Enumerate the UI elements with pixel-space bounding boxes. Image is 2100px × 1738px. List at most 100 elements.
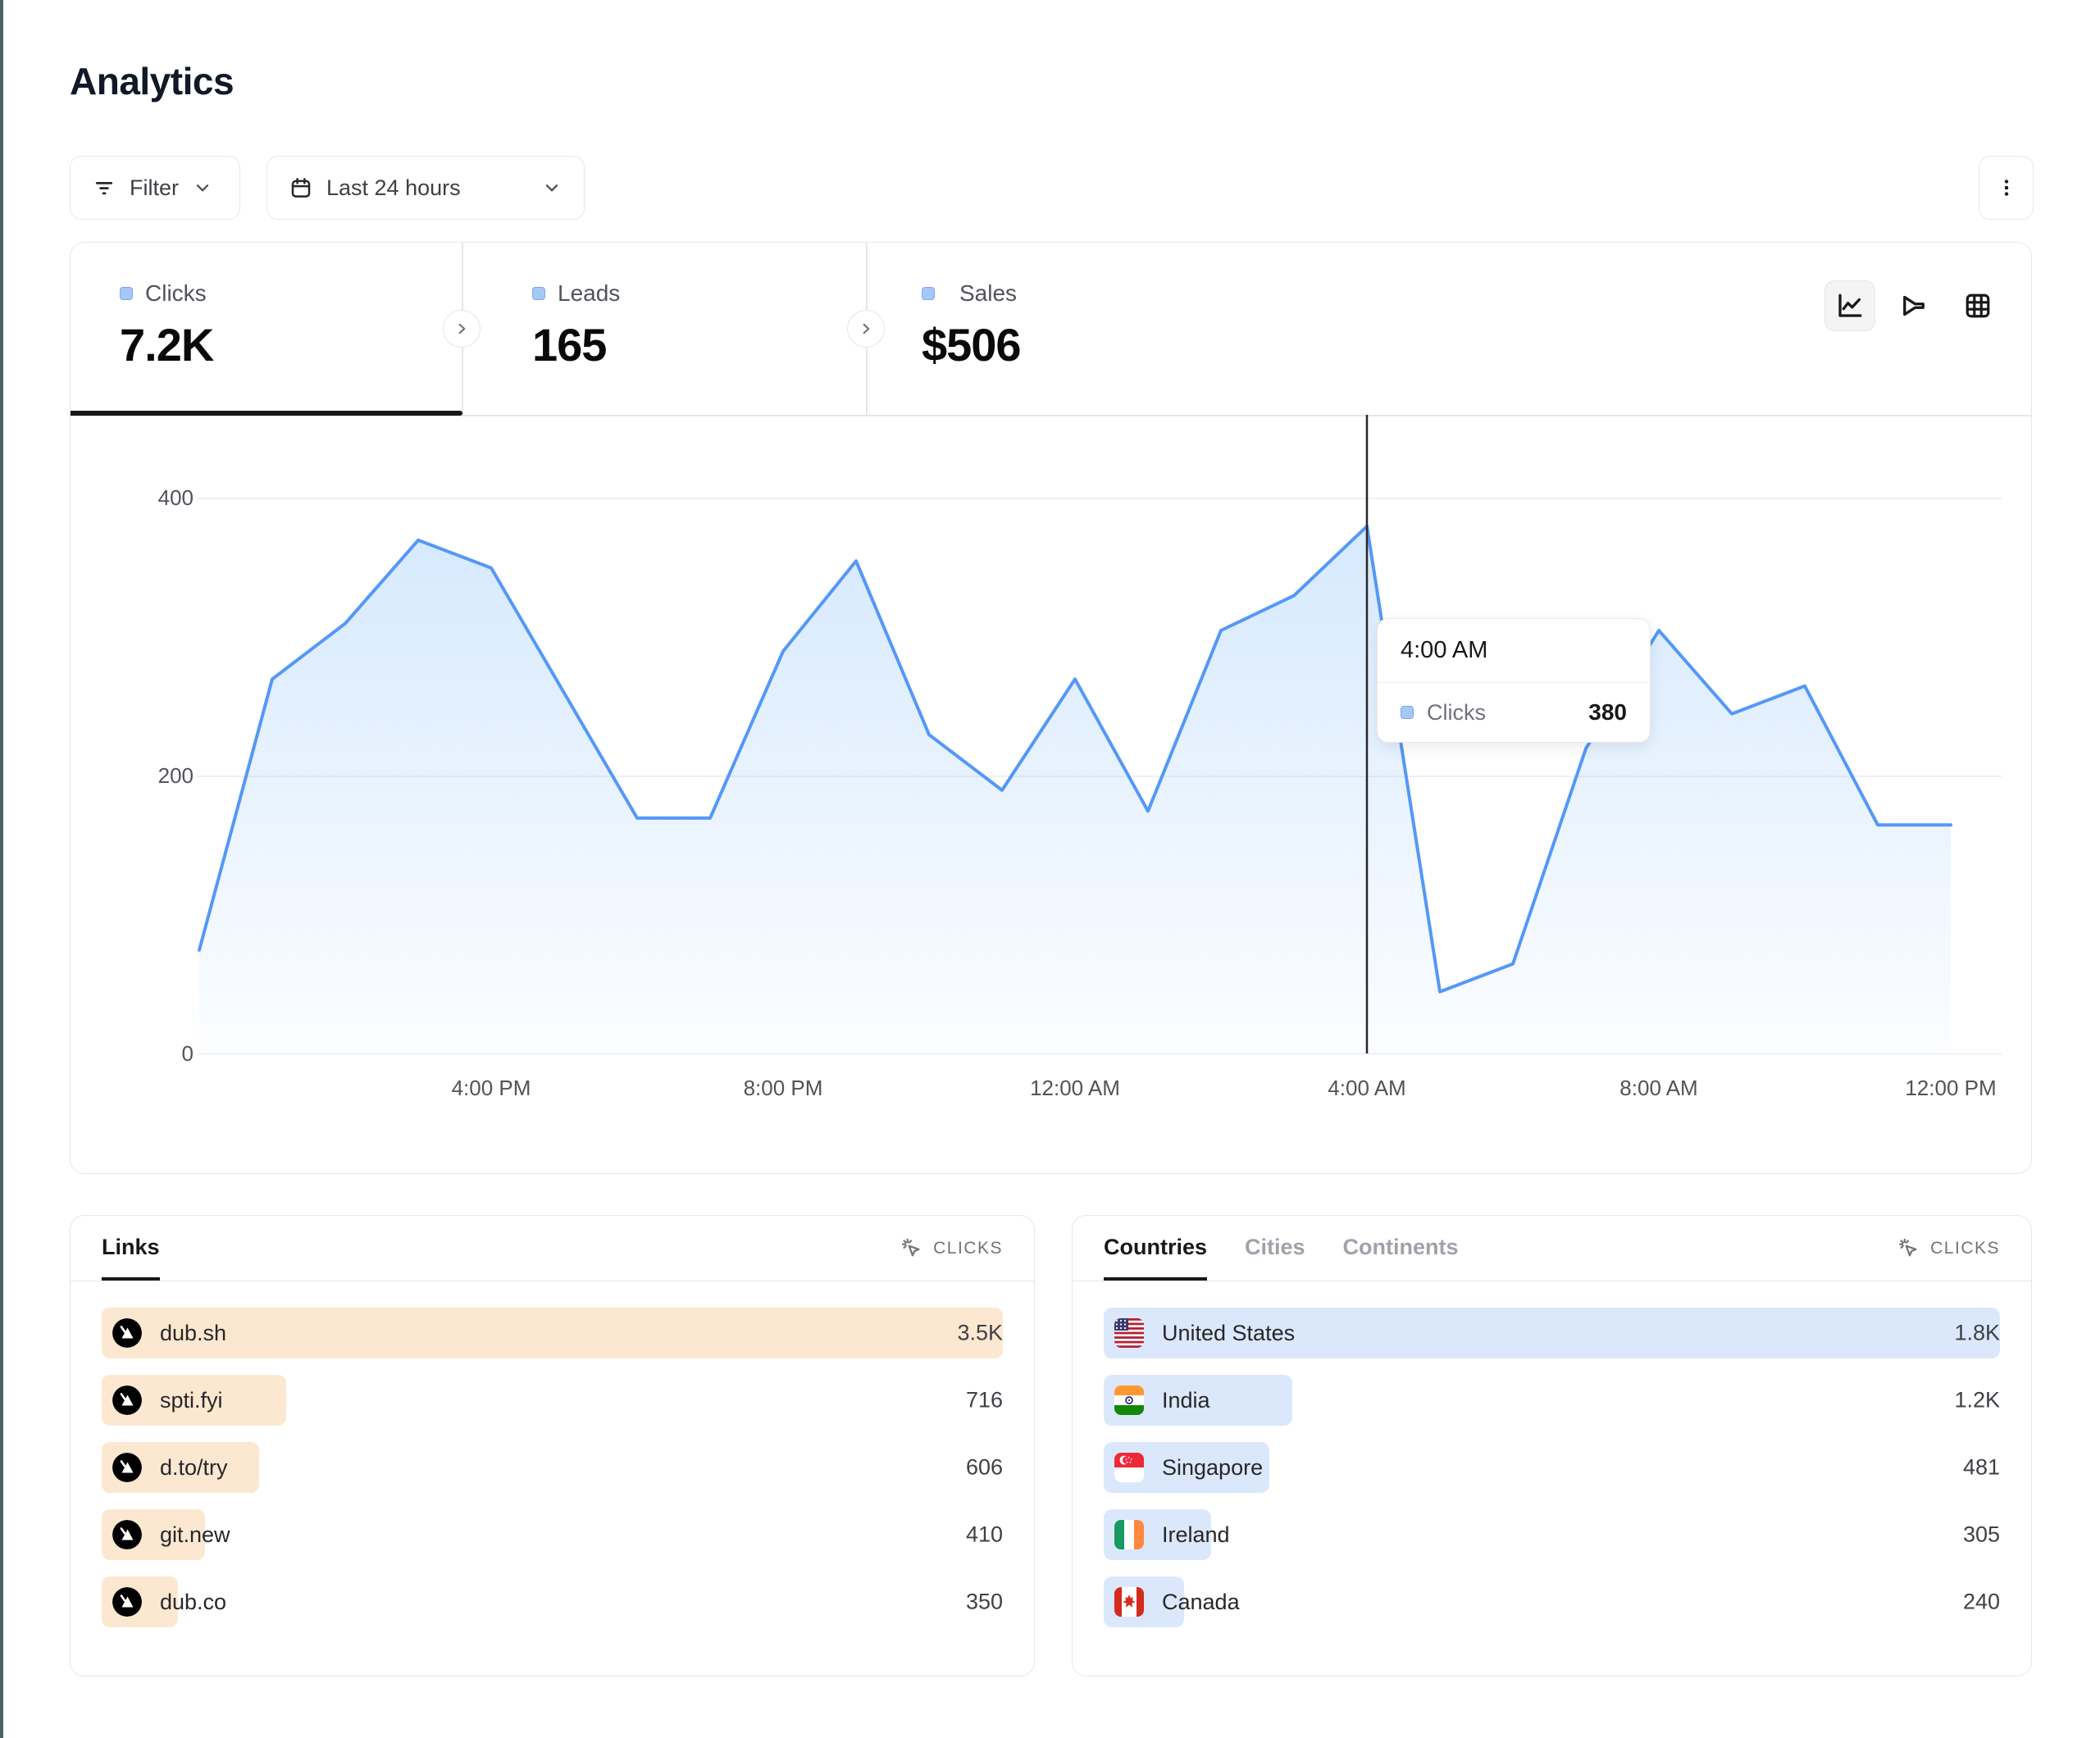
flag-sg-icon [1114, 1453, 1144, 1482]
x-tick-label: 8:00 AM [1619, 1076, 1697, 1101]
tab-leads[interactable]: Leads 165 [532, 280, 620, 371]
countries-metric-header[interactable]: CLICKS [1897, 1216, 2000, 1281]
row-value: 1.8K [1954, 1321, 2000, 1346]
flag-ca-icon [1114, 1587, 1144, 1617]
kebab-vertical-icon [1995, 176, 2018, 199]
row-value: 410 [966, 1522, 1003, 1548]
tab-cities[interactable]: Cities [1245, 1216, 1305, 1281]
y-tick-label: 400 [158, 485, 194, 511]
stat-value: 165 [532, 318, 620, 371]
x-tick-label: 12:00 AM [1030, 1076, 1120, 1101]
chevron-right-icon [857, 320, 875, 338]
flag-us-icon [1114, 1318, 1144, 1348]
filter-label: Filter [130, 175, 179, 201]
row-label: dub.sh [160, 1321, 226, 1346]
cursor-click-icon [900, 1237, 923, 1260]
tab-links[interactable]: Links [102, 1216, 160, 1281]
flag-ie-icon [1114, 1520, 1144, 1549]
date-range-label: Last 24 hours [326, 175, 461, 201]
list-item[interactable]: India 1.2K [1104, 1375, 2000, 1426]
chevron-down-icon [192, 177, 213, 198]
more-menu-button[interactable] [1979, 156, 2034, 220]
x-tick-label: 12:00 PM [1905, 1076, 1996, 1101]
stat-label: Clicks [145, 280, 207, 307]
tooltip-series-swatch-icon [1401, 706, 1414, 719]
analytics-chart-card: Clicks 7.2K Leads 165 Sales $506 [70, 242, 2032, 1174]
row-value: 350 [966, 1590, 1003, 1615]
row-label: dub.co [160, 1590, 226, 1615]
chevron-right-icon [453, 320, 471, 338]
funnel-icon [1899, 291, 1929, 321]
row-value: 3.5K [957, 1321, 1003, 1346]
x-tick-label: 4:00 AM [1328, 1076, 1405, 1101]
tab-sales[interactable]: Sales $506 [922, 280, 1021, 371]
stat-label: Sales [959, 280, 1017, 307]
row-label: spti.fyi [160, 1388, 223, 1413]
tab-clicks[interactable]: Clicks 7.2K [120, 280, 213, 371]
clicks-swatch-icon [120, 287, 133, 300]
clicks-area-chart[interactable]: 4:00 AM Clicks 380 [198, 415, 2002, 1054]
list-item[interactable]: spti.fyi 716 [102, 1375, 1003, 1426]
leads-swatch-icon [532, 287, 545, 300]
expand-clicks-button[interactable] [443, 310, 481, 348]
row-label: Ireland [1162, 1522, 1230, 1548]
x-axis: 4:00 PM 8:00 PM 12:00 AM 4:00 AM 8:00 AM 12:0… [198, 1076, 2002, 1108]
row-label: India [1162, 1388, 1210, 1413]
list-item[interactable]: Ireland 305 [1104, 1509, 2000, 1560]
x-tick-label: 4:00 PM [452, 1076, 531, 1101]
row-value: 716 [966, 1388, 1003, 1413]
list-item[interactable]: git.new 410 [102, 1509, 1003, 1560]
list-item[interactable]: United States 1.8K [1104, 1308, 2000, 1358]
list-item[interactable]: Canada 240 [1104, 1576, 2000, 1627]
row-label: git.new [160, 1522, 230, 1548]
y-axis: 4002000 [143, 415, 194, 1054]
table-grid-icon [1963, 291, 1993, 321]
row-value: 606 [966, 1455, 1003, 1481]
chart-view-toggles [1824, 280, 2003, 331]
dub-favicon-icon [112, 1318, 142, 1348]
sales-swatch-icon [922, 287, 935, 300]
y-tick-label: 200 [158, 763, 194, 789]
links-metric-header[interactable]: CLICKS [900, 1216, 1003, 1281]
dub-favicon-icon [112, 1453, 142, 1482]
list-item[interactable]: dub.sh 3.5K [102, 1308, 1003, 1358]
dub-favicon-icon [112, 1587, 142, 1617]
date-range-button[interactable]: Last 24 hours [266, 156, 585, 220]
tooltip-value: 380 [1588, 699, 1627, 726]
analytics-page: Analytics Filter Last 24 hours Clicks [0, 0, 2100, 1738]
filter-button[interactable]: Filter [70, 156, 240, 220]
tab-continents[interactable]: Continents [1343, 1216, 1459, 1281]
x-tick-label: 8:00 PM [744, 1076, 823, 1101]
stat-value: $506 [922, 318, 1021, 371]
row-label: United States [1162, 1321, 1295, 1346]
countries-panel: Countries Cities Continents CLICKS Unite… [1072, 1215, 2032, 1677]
stat-value: 7.2K [120, 318, 213, 371]
dub-favicon-icon [112, 1385, 142, 1415]
stat-label: Leads [558, 280, 620, 307]
line-chart-view-button[interactable] [1824, 280, 1875, 331]
chevron-down-icon [541, 177, 563, 198]
y-tick-label: 0 [182, 1041, 194, 1067]
links-panel: Links CLICKS dub.sh 3.5K spti.fyi 716 d.to/t… [70, 1215, 1035, 1677]
filter-icon [92, 175, 116, 200]
tooltip-time: 4:00 AM [1378, 619, 1650, 683]
row-label: Singapore [1162, 1455, 1263, 1481]
tooltip-series-label: Clicks [1427, 700, 1486, 726]
table-view-button[interactable] [1952, 280, 2003, 331]
window-edge-strip [0, 0, 3, 1738]
expand-leads-button[interactable] [847, 310, 885, 348]
flag-in-icon [1114, 1385, 1144, 1415]
row-value: 305 [1963, 1522, 2000, 1548]
line-chart-icon [1835, 291, 1865, 321]
row-label: Canada [1162, 1590, 1240, 1615]
row-value: 240 [1963, 1590, 2000, 1615]
list-item[interactable]: d.to/try606 [102, 1442, 1003, 1493]
tab-countries[interactable]: Countries [1104, 1216, 1207, 1281]
page-title: Analytics [70, 59, 234, 103]
funnel-view-button[interactable] [1888, 280, 1939, 331]
calendar-icon [289, 175, 313, 200]
list-item[interactable]: dub.co 350 [102, 1576, 1003, 1627]
list-item[interactable]: Singapore 481 [1104, 1442, 2000, 1493]
row-value: 481 [1963, 1455, 2000, 1481]
row-value: 1.2K [1954, 1388, 2000, 1413]
